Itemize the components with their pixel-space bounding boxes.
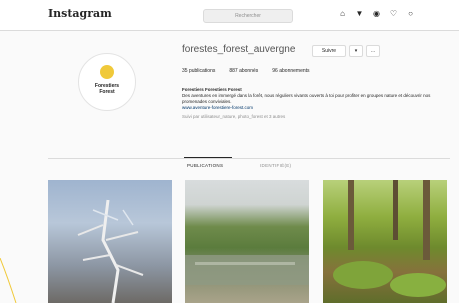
explore-icon[interactable]: ▼ — [355, 9, 364, 18]
posts-count: 35 publications — [182, 68, 216, 74]
active-tab-indicator — [184, 157, 232, 158]
nav-icons: ⌂ ▼ ◉ ♡ ○ — [338, 9, 415, 18]
followers-count[interactable]: 887 abonnés — [229, 68, 258, 74]
sun-logo-icon — [100, 65, 114, 79]
pond-graphic — [185, 255, 309, 285]
options-button[interactable]: … — [366, 45, 380, 57]
profile-stats: 35 publications 887 abonnés 96 abonnemen… — [182, 68, 310, 74]
decorative-curve — [0, 258, 17, 303]
followed-by-text[interactable]: Suivi par utilisateur_nature, photo_fore… — [182, 114, 442, 120]
bio-link[interactable]: www.aventure-forestiere-forest.com — [182, 105, 442, 111]
post-thumbnail-forest-pond[interactable] — [185, 180, 309, 303]
profile-bio: Forestiers Forestiers Forest Des aventur… — [182, 87, 442, 120]
tab-tagged[interactable]: IDENTIFIÉ(E) — [260, 163, 291, 168]
profile-icon[interactable]: ○ — [406, 9, 415, 18]
frost-branches-graphic — [77, 199, 144, 303]
compass-icon[interactable]: ◉ — [372, 9, 381, 18]
top-navigation-bar: Instagram Rechercher ⌂ ▼ ◉ ♡ ○ — [0, 0, 459, 31]
heart-icon[interactable]: ♡ — [389, 9, 398, 18]
tabs-divider — [48, 158, 450, 159]
profile-username: forestes_forest_auvergne — [182, 44, 296, 55]
following-count[interactable]: 96 abonnements — [272, 68, 309, 74]
instagram-logo[interactable]: Instagram — [48, 7, 112, 20]
post-thumbnail-frosted-branches[interactable] — [48, 180, 172, 303]
home-icon[interactable]: ⌂ — [338, 9, 347, 18]
follow-button[interactable]: Suivre — [312, 45, 346, 57]
moss-forest-graphic — [333, 180, 446, 297]
avatar[interactable]: Forestiers Forest — [78, 53, 136, 111]
search-input[interactable]: Rechercher — [203, 9, 293, 23]
bio-text: Des aventures en immergé dans la forêt, … — [182, 93, 431, 104]
avatar-text-line2: Forest — [99, 89, 115, 95]
dropdown-button[interactable]: ▾ — [349, 45, 363, 57]
post-thumbnail-mossy-forest[interactable] — [323, 180, 447, 303]
tab-posts[interactable]: PUBLICATIONS — [187, 163, 223, 168]
